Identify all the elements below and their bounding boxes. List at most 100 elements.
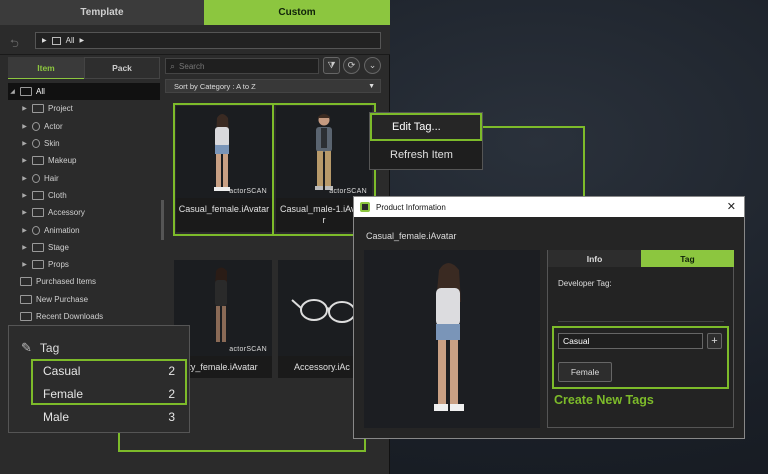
tree-item-accessory[interactable]: ▶ Accessory: [8, 204, 160, 221]
options-button[interactable]: ⌄: [364, 57, 381, 74]
folder-icon: [20, 87, 32, 97]
item-name: Casual_female.iAvatar: [366, 231, 457, 241]
tab-tag[interactable]: Tag: [641, 250, 734, 267]
tree-item-label: Makeup: [48, 156, 77, 166]
tree-item-cloth[interactable]: ▶ Cloth: [8, 187, 160, 204]
avatar-preview-image: [364, 250, 540, 428]
tab-pack[interactable]: Pack: [84, 57, 160, 79]
new-tag-highlight: [552, 326, 729, 389]
tree-item-animation[interactable]: ▶ Animation: [8, 221, 160, 238]
actorscan-badge: actorSCAN: [229, 346, 267, 353]
caret-right-icon[interactable]: ▶: [20, 244, 29, 251]
cloth-icon: [32, 190, 44, 200]
connector-line: [364, 438, 366, 452]
back-arrow-icon[interactable]: ⮌: [10, 35, 19, 54]
dialog-titlebar: Product Information ✕: [354, 197, 744, 217]
tab-custom[interactable]: Custom: [204, 0, 390, 25]
tree-item-label: Actor: [44, 121, 63, 131]
stage-icon: [32, 242, 44, 252]
tree-item-project[interactable]: ▶ Project: [8, 100, 160, 117]
actor-icon: [32, 121, 40, 131]
tree-item-label: Hair: [44, 173, 59, 183]
sort-dropdown[interactable]: Sort by Category : A to Z ▼: [165, 79, 381, 93]
tab-template[interactable]: Template: [0, 0, 204, 25]
caret-right-icon[interactable]: ▶: [20, 157, 29, 164]
tree-item-skin[interactable]: ▶ Skin: [8, 135, 160, 152]
caret-right-icon[interactable]: ▶: [20, 123, 29, 130]
tree-item-label: All: [36, 87, 45, 97]
caret-right-icon[interactable]: ▶: [20, 105, 29, 112]
caret-down-icon[interactable]: ◢: [8, 88, 17, 95]
chevron-right-icon: ▶: [42, 38, 47, 44]
animation-icon: [32, 225, 40, 235]
product-information-dialog: Product Information ✕ Casual_female.iAva…: [353, 196, 745, 439]
pencil-icon: ✎: [21, 340, 32, 355]
chevron-down-icon: ⌄: [368, 60, 377, 70]
selection-highlight: [173, 103, 376, 236]
sort-label: Sort by Category : A to Z: [174, 81, 256, 91]
search-icon: ⌕: [170, 60, 176, 71]
connector-line: [118, 432, 120, 452]
category-tree: ◢ All ▶ Project ▶ Actor ▶ Skin ▶ Makeup ▶ Hair…: [8, 83, 160, 325]
purchased-icon: [20, 277, 32, 287]
tag-panel-title: Tag: [39, 341, 60, 355]
tab-item[interactable]: Item: [8, 57, 84, 79]
props-icon: [32, 260, 44, 270]
tag-row-male[interactable]: Male 3: [33, 406, 185, 428]
chevron-right-icon: ▶: [79, 38, 85, 44]
tag-highlight: [31, 359, 187, 405]
tree-item-label: Animation: [44, 225, 80, 235]
tree-item-makeup[interactable]: ▶ Makeup: [8, 152, 160, 169]
tree-item-label: Purchased Items: [36, 277, 97, 287]
tree-item-label: Project: [48, 104, 73, 114]
create-new-tags-callout: Create New Tags: [554, 393, 654, 407]
makeup-icon: [32, 156, 44, 166]
tree-item-label: New Purchase: [36, 294, 89, 304]
caret-right-icon[interactable]: ▶: [20, 140, 29, 147]
tag-name: Male: [43, 410, 70, 424]
tree-item-hair[interactable]: ▶ Hair: [8, 169, 160, 186]
search-placeholder: Search: [179, 61, 205, 71]
filter-icon: ⧩: [327, 60, 336, 70]
selection-divider: [272, 104, 274, 235]
caret-right-icon[interactable]: ▶: [20, 209, 29, 216]
tree-item-new-purchase[interactable]: New Purchase: [8, 291, 160, 308]
connector-line: [483, 126, 585, 128]
refresh-icon: ⟳: [347, 60, 356, 70]
caret-right-icon[interactable]: ▶: [20, 227, 29, 234]
tree-item-stage[interactable]: ▶ Stage: [8, 239, 160, 256]
breadcrumb-label: All: [65, 36, 75, 45]
tag-panel: ✎ Tag Casual 2 Female 2 Male 3: [8, 325, 190, 433]
tree-item-purchased[interactable]: Purchased Items: [8, 273, 160, 290]
connector-line: [118, 450, 366, 452]
app-logo-icon: [360, 202, 370, 212]
close-icon[interactable]: ✕: [727, 200, 736, 213]
menu-item-refresh-item[interactable]: Refresh Item: [370, 141, 482, 169]
search-input[interactable]: ⌕ Search: [165, 58, 319, 74]
tree-item-label: Cloth: [48, 190, 67, 200]
caret-right-icon[interactable]: ▶: [20, 175, 29, 182]
context-menu: Edit Tag... Refresh Item: [369, 112, 483, 170]
accessory-icon: [32, 208, 44, 218]
tree-item-props[interactable]: ▶ Props: [8, 256, 160, 273]
tab-info[interactable]: Info: [548, 250, 641, 267]
caret-right-icon[interactable]: ▶: [20, 261, 29, 268]
caret-right-icon[interactable]: ▶: [20, 192, 29, 199]
tree-item-recent-downloads[interactable]: Recent Downloads: [8, 308, 160, 325]
menu-item-edit-tag[interactable]: Edit Tag...: [370, 113, 482, 141]
dialog-title: Product Information: [376, 202, 446, 212]
tree-item-label: Props: [48, 260, 69, 270]
developer-tag-label: Developer Tag:: [558, 279, 612, 288]
splitter-handle[interactable]: [161, 200, 164, 240]
tree-item-all[interactable]: ◢ All: [8, 83, 160, 101]
download-icon: [20, 312, 32, 321]
tree-item-actor[interactable]: ▶ Actor: [8, 118, 160, 135]
filter-button[interactable]: ⧩: [323, 57, 340, 74]
breadcrumb[interactable]: ▶ All ▶: [35, 32, 381, 49]
refresh-button[interactable]: ⟳: [343, 57, 360, 74]
folder-icon: [32, 104, 44, 114]
folder-icon: [51, 36, 61, 45]
tree-item-label: Stage: [48, 242, 69, 252]
tree-item-label: Accessory: [48, 208, 85, 218]
product-preview: [364, 250, 540, 428]
